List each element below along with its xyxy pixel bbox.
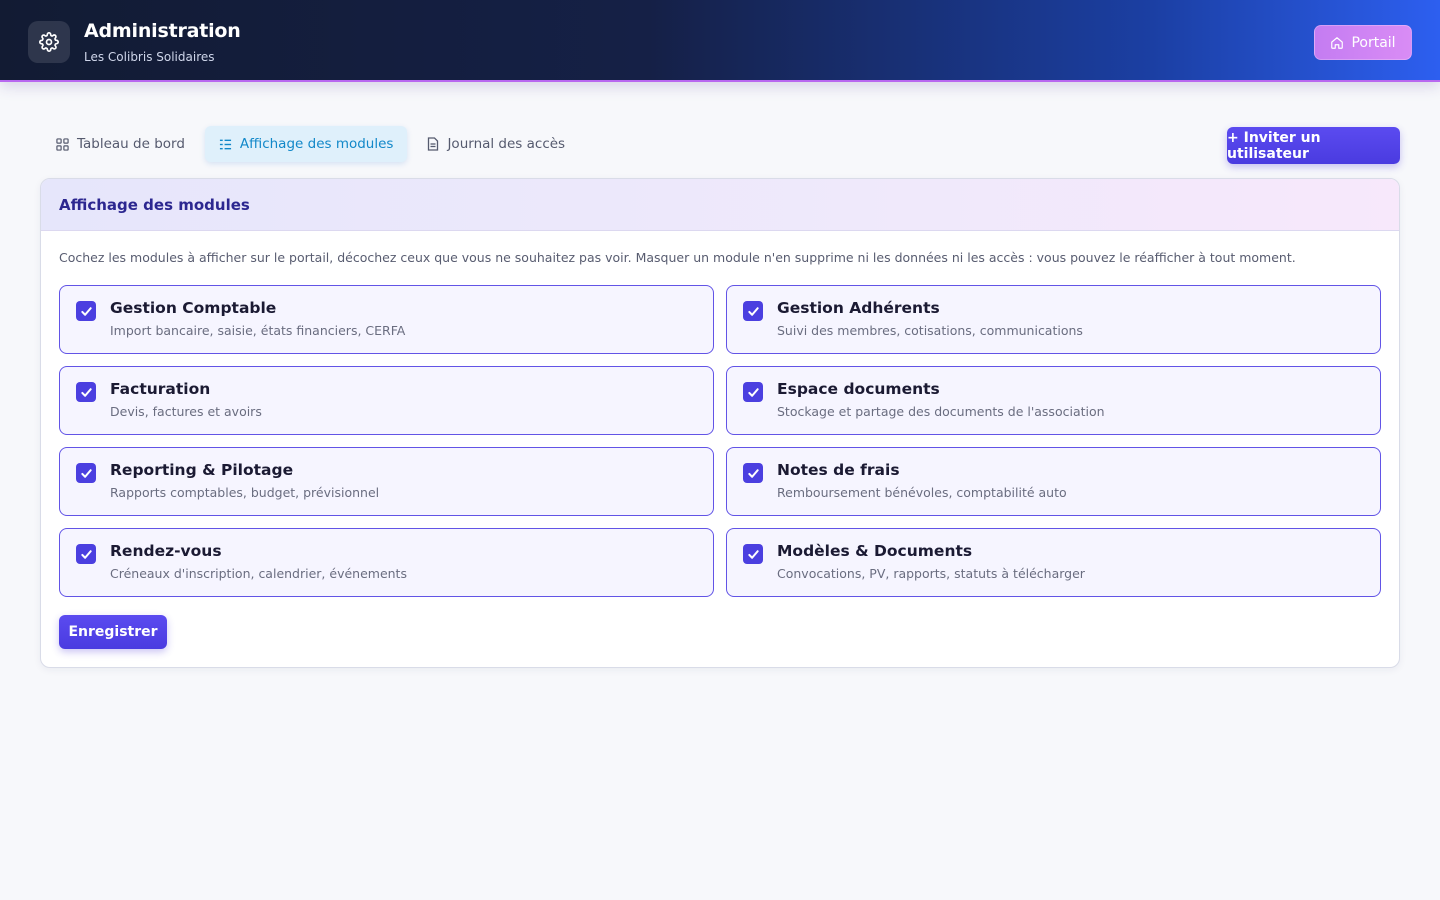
module-title: Espace documents bbox=[777, 380, 940, 398]
panel-header: Affichage des modules bbox=[41, 179, 1399, 231]
module-checkbox[interactable] bbox=[743, 301, 763, 321]
tab-module-display[interactable]: Affichage des modules bbox=[204, 126, 408, 162]
module-description: Convocations, PV, rapports, statuts à té… bbox=[777, 566, 1085, 581]
checkmark-icon bbox=[80, 468, 92, 478]
app-title: Administration bbox=[84, 20, 241, 42]
module-grid: Gestion Comptable Import bancaire, saisi… bbox=[59, 285, 1381, 597]
checkmark-icon bbox=[747, 387, 759, 397]
module-checkbox[interactable] bbox=[76, 544, 96, 564]
settings-logo bbox=[28, 21, 70, 63]
module-card-modeles-documents[interactable]: Modèles & Documents Convocations, PV, ra… bbox=[726, 528, 1381, 597]
checkmark-icon bbox=[80, 549, 92, 559]
module-card-espace-documents[interactable]: Espace documents Stockage et partage des… bbox=[726, 366, 1381, 435]
home-icon bbox=[1331, 36, 1344, 49]
module-description: Stockage et partage des documents de l'a… bbox=[777, 404, 1105, 419]
module-card-facturation[interactable]: Facturation Devis, factures et avoirs bbox=[59, 366, 714, 435]
tab-dashboard[interactable]: Tableau de bord bbox=[42, 126, 199, 162]
module-card-notes-de-frais[interactable]: Notes de frais Remboursement bénévoles, … bbox=[726, 447, 1381, 516]
module-description: Rapports comptables, budget, prévisionne… bbox=[110, 485, 380, 500]
checkmark-icon bbox=[747, 306, 759, 316]
module-checkbox[interactable] bbox=[743, 463, 763, 483]
document-icon bbox=[428, 137, 439, 151]
module-description: Remboursement bénévoles, comptabilité au… bbox=[777, 485, 1067, 500]
module-display-panel: Affichage des modules Cochez les modules… bbox=[40, 178, 1400, 668]
tab-label: Journal des accès bbox=[447, 136, 566, 152]
admin-tabs: Tableau de bord Affichage des modules Jo… bbox=[42, 126, 579, 162]
invite-user-button[interactable]: + Inviter un utilisateur bbox=[1227, 127, 1400, 164]
module-description: Créneaux d'inscription, calendrier, évén… bbox=[110, 566, 407, 581]
module-title: Notes de frais bbox=[777, 461, 900, 479]
module-title: Rendez-vous bbox=[110, 542, 222, 560]
module-title: Facturation bbox=[110, 380, 211, 398]
portal-button[interactable]: Portail bbox=[1314, 25, 1412, 60]
gear-icon bbox=[39, 32, 59, 52]
module-title: Modèles & Documents bbox=[777, 542, 973, 560]
checkmark-icon bbox=[747, 468, 759, 478]
module-description: Suivi des membres, cotisations, communic… bbox=[777, 323, 1083, 338]
module-title: Gestion Adhérents bbox=[777, 299, 940, 317]
module-checkbox[interactable] bbox=[76, 463, 96, 483]
tab-label: Affichage des modules bbox=[239, 136, 394, 152]
module-card-gestion-adherents[interactable]: Gestion Adhérents Suivi des membres, cot… bbox=[726, 285, 1381, 354]
panel-title: Affichage des modules bbox=[59, 195, 250, 214]
checkmark-icon bbox=[80, 306, 92, 316]
module-title: Gestion Comptable bbox=[110, 299, 277, 317]
module-title: Reporting & Pilotage bbox=[110, 461, 294, 479]
module-description: Import bancaire, saisie, états financier… bbox=[110, 323, 406, 338]
module-checkbox[interactable] bbox=[76, 301, 96, 321]
module-card-gestion-comptable[interactable]: Gestion Comptable Import bancaire, saisi… bbox=[59, 285, 714, 354]
checkmark-icon bbox=[80, 387, 92, 397]
module-checkbox[interactable] bbox=[743, 382, 763, 402]
module-card-rendez-vous[interactable]: Rendez-vous Créneaux d'inscription, cale… bbox=[59, 528, 714, 597]
module-card-reporting-pilotage[interactable]: Reporting & Pilotage Rapports comptables… bbox=[59, 447, 714, 516]
list-icon bbox=[219, 139, 231, 149]
module-checkbox[interactable] bbox=[76, 382, 96, 402]
organization-name: Les Colibris Solidaires bbox=[84, 50, 215, 64]
tab-label: Tableau de bord bbox=[77, 136, 185, 152]
grid-icon bbox=[56, 137, 69, 151]
module-description: Devis, factures et avoirs bbox=[110, 404, 262, 419]
portal-button-label: Portail bbox=[1351, 34, 1396, 51]
save-button[interactable]: Enregistrer bbox=[59, 615, 167, 649]
module-checkbox[interactable] bbox=[743, 544, 763, 564]
tab-access-log[interactable]: Journal des accès bbox=[413, 126, 579, 162]
checkmark-icon bbox=[747, 549, 759, 559]
panel-description: Cochez les modules à afficher sur le por… bbox=[59, 250, 1296, 265]
top-header: Administration Les Colibris Solidaires P… bbox=[0, 0, 1440, 82]
